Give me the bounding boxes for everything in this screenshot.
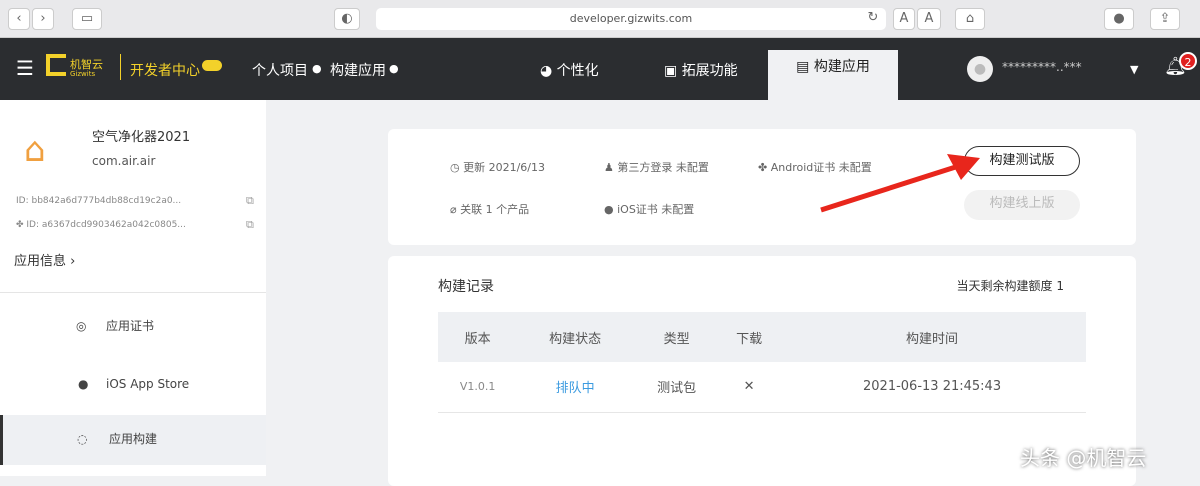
reload-icon[interactable]: ↻ xyxy=(862,8,884,30)
top-nav: ☰ 机智云 Gizwits 开发者中心 个人项目 ● 构建应用 ● ◕ 个性化 … xyxy=(0,38,1200,100)
records-title: 构建记录 xyxy=(438,279,494,295)
build-status: 排队中 xyxy=(517,362,634,413)
android-icon: ✤ xyxy=(16,220,27,230)
puzzle-icon: ▣ xyxy=(664,63,682,79)
brand-logo xyxy=(46,54,66,76)
sidebar-item-certificates[interactable]: ◎ 应用证书 xyxy=(0,302,266,350)
build-time: 2021-06-13 21:45:43 xyxy=(778,362,1086,413)
version: V1.0.1 xyxy=(438,362,518,413)
share-icon[interactable]: ⇪ xyxy=(1150,8,1180,30)
app-icon: ⌂ xyxy=(24,130,46,170)
app-name: 空气净化器2021 xyxy=(92,130,191,145)
column-header: 构建状态 xyxy=(517,312,634,362)
sidebar: ⌂ 空气净化器2021 com.air.air ID: bb842a6d777b… xyxy=(0,100,266,476)
notification-badge: 2 xyxy=(1179,52,1197,70)
ios-app-id: ID: bb842a6d777b4db88cd19c2a0... xyxy=(16,196,182,206)
download-icon[interactable]: ✕ xyxy=(720,362,779,413)
forward-button[interactable]: › xyxy=(32,8,54,30)
palette-icon: ◕ xyxy=(540,63,557,79)
tab-personalize[interactable]: ◕ 个性化 xyxy=(540,60,599,80)
breadcrumb-separator-icon: ● xyxy=(312,62,322,75)
brand-sub: Gizwits xyxy=(70,70,96,78)
tab-build-app[interactable]: ▤ 构建应用 xyxy=(768,50,898,100)
tab-extensions[interactable]: ▣ 拓展功能 xyxy=(664,60,738,80)
box-icon: ▤ xyxy=(796,59,814,75)
copy-icon[interactable]: ⧉ xyxy=(246,194,254,208)
column-header: 类型 xyxy=(633,312,721,362)
menu-icon[interactable]: ☰ xyxy=(16,56,34,80)
table-row: V1.0.1 排队中 测试包 ✕ 2021-06-13 21:45:43 xyxy=(438,362,1086,413)
package-type: 测试包 xyxy=(633,362,721,413)
watermark: 头条 @机智云 xyxy=(1020,446,1147,470)
build-quota: 当天剩余构建额度 1 xyxy=(956,279,1064,293)
beta-badge xyxy=(202,60,222,71)
app-info-link[interactable]: 应用信息 › xyxy=(14,250,75,269)
updated-date: ◷ 更新 2021/6/13 xyxy=(450,161,546,174)
home-icon[interactable]: ⌂ xyxy=(955,8,985,30)
sidebar-item-app-build[interactable]: ◌ 应用构建 xyxy=(0,415,266,465)
column-header: 版本 xyxy=(438,312,518,362)
build-icon: ◌ xyxy=(77,432,88,446)
ios-cert-status: ● iOS证书 未配置 xyxy=(604,203,695,216)
user-name[interactable]: *********..*** xyxy=(1002,60,1082,74)
back-button[interactable]: ‹ xyxy=(8,8,30,30)
third-party-login-status: ♟ 第三方登录 未配置 xyxy=(604,161,709,174)
url-bar[interactable]: developer.gizwits.com xyxy=(376,8,886,30)
copy-icon[interactable]: ⧉ xyxy=(246,218,254,232)
android-app-id: ID: a6367dcd9903462a042c0805... xyxy=(26,220,186,230)
breadcrumb-separator-icon: ● xyxy=(389,62,399,75)
font-larger-button[interactable]: A xyxy=(917,8,941,30)
chevron-down-icon[interactable]: ▼ xyxy=(1130,63,1138,76)
column-header: 下载 xyxy=(720,312,779,362)
column-header: 构建时间 xyxy=(778,312,1086,362)
annotation-arrow xyxy=(820,154,980,213)
privacy-shield-icon[interactable]: ◐ xyxy=(334,8,360,30)
related-products: ⌀ 关联 1 个产品 xyxy=(450,203,530,216)
app-package: com.air.air xyxy=(92,154,156,168)
sidebar-item-ios-app-store[interactable]: ● iOS App Store xyxy=(0,360,266,408)
app-summary-card: ◷ 更新 2021/6/13 ♟ 第三方登录 未配置 ✤ Android证书 未… xyxy=(388,129,1136,245)
font-smaller-button[interactable]: A xyxy=(893,8,915,30)
sidebar-toggle-icon[interactable]: ▭ xyxy=(72,8,102,30)
breadcrumb-build[interactable]: 构建应用 xyxy=(330,60,386,80)
breadcrumb-project[interactable]: 个人项目 xyxy=(252,60,308,80)
certificate-icon: ◎ xyxy=(76,319,87,333)
build-records-table: 版本 构建状态 类型 下载 构建时间 V1.0.1 排队中 测试包 ✕ 2021-06-… xyxy=(438,312,1086,413)
avatar[interactable]: ● xyxy=(967,56,993,82)
extension-icon[interactable]: ● xyxy=(1104,8,1134,30)
section-title: 开发者中心 xyxy=(130,63,200,79)
browser-toolbar: ‹ › ▭ ◐ developer.gizwits.com ↻ A A ⌂ ● … xyxy=(0,0,1200,38)
apple-icon: ● xyxy=(78,377,89,391)
